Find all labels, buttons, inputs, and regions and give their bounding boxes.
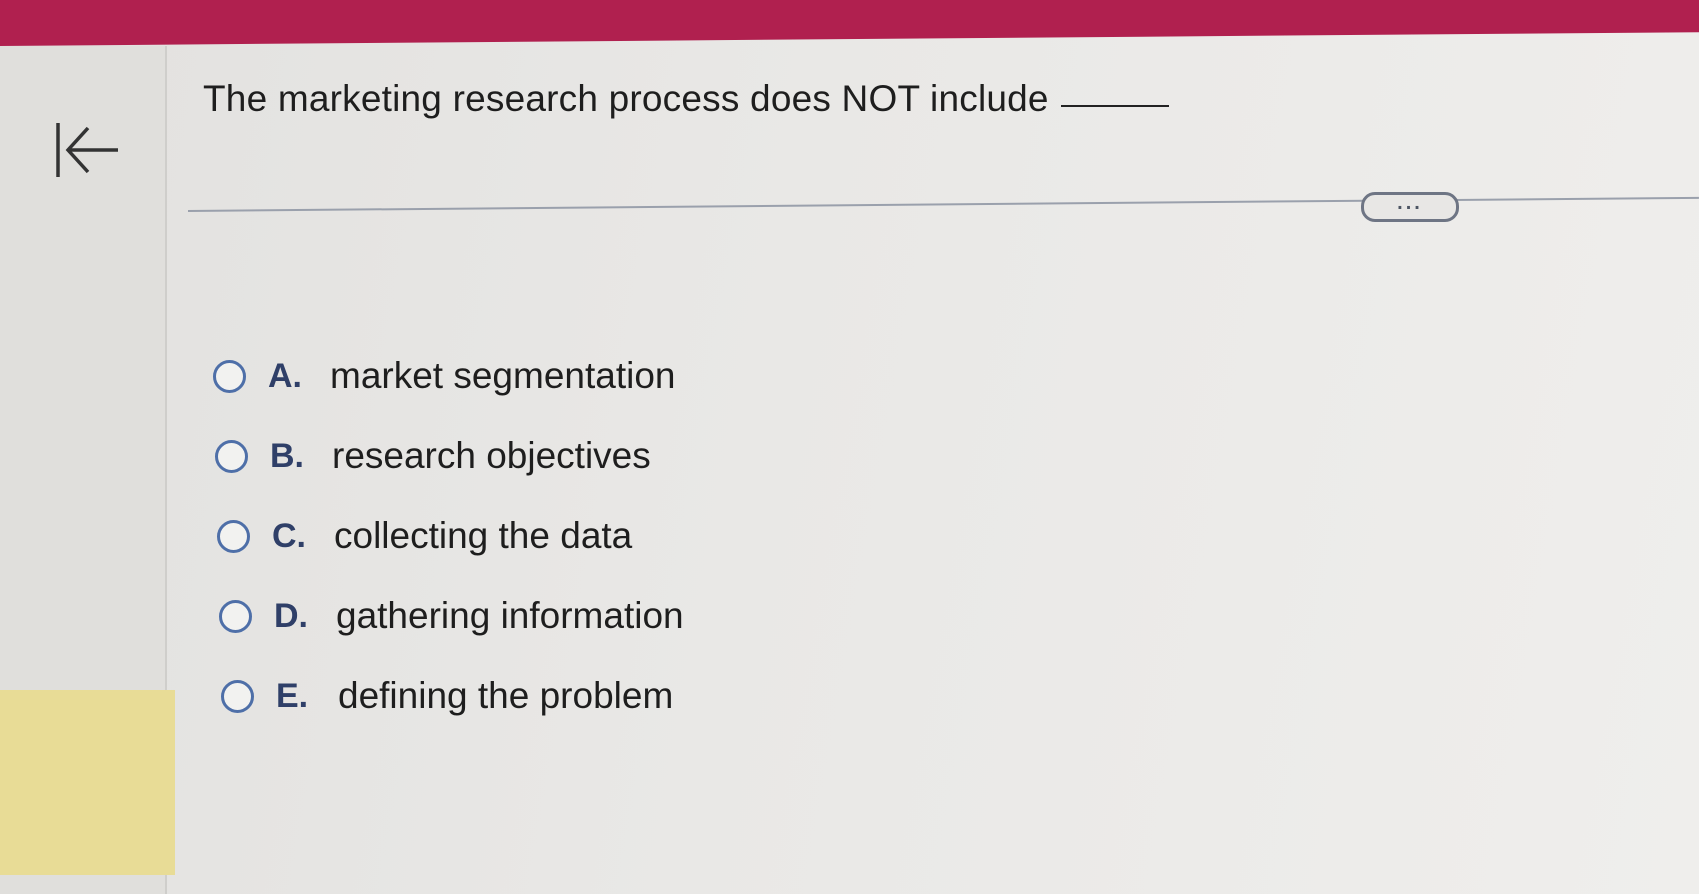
option-letter: A. bbox=[268, 356, 302, 395]
radio-empty-icon[interactable] bbox=[213, 359, 246, 393]
answer-blank bbox=[1060, 105, 1169, 107]
sidebar-highlight bbox=[0, 690, 175, 875]
option-a[interactable]: A. market segmentation bbox=[213, 336, 684, 416]
answer-options: A. market segmentation B. research objec… bbox=[213, 336, 684, 736]
more-options-button[interactable]: ... bbox=[1361, 192, 1459, 222]
radio-empty-icon[interactable] bbox=[219, 599, 252, 633]
radio-empty-icon[interactable] bbox=[215, 439, 248, 473]
option-text: defining the problem bbox=[338, 675, 674, 716]
question-text: The marketing research process does NOT … bbox=[203, 78, 1169, 120]
arrow-left-to-bar-icon bbox=[56, 123, 118, 177]
question-label: The marketing research process does NOT … bbox=[203, 78, 1049, 119]
option-letter: B. bbox=[270, 436, 304, 475]
option-text: collecting the data bbox=[334, 515, 633, 556]
option-letter: E. bbox=[276, 676, 309, 715]
option-letter: C. bbox=[272, 516, 306, 555]
option-d[interactable]: D. gathering information bbox=[219, 576, 684, 656]
option-e[interactable]: E. defining the problem bbox=[221, 656, 684, 736]
option-c[interactable]: C. collecting the data bbox=[217, 496, 684, 576]
option-text: gathering information bbox=[336, 595, 684, 636]
option-b[interactable]: B. research objectives bbox=[215, 416, 684, 496]
divider bbox=[187, 196, 1699, 212]
radio-empty-icon[interactable] bbox=[217, 519, 250, 553]
option-text: market segmentation bbox=[330, 355, 676, 396]
header-bar bbox=[0, 0, 1699, 46]
option-text: research objectives bbox=[332, 435, 651, 476]
collapse-sidebar-button[interactable] bbox=[50, 115, 130, 185]
option-letter: D. bbox=[274, 596, 308, 635]
quiz-screen: The marketing research process does NOT … bbox=[0, 0, 1699, 894]
radio-empty-icon[interactable] bbox=[221, 679, 254, 713]
